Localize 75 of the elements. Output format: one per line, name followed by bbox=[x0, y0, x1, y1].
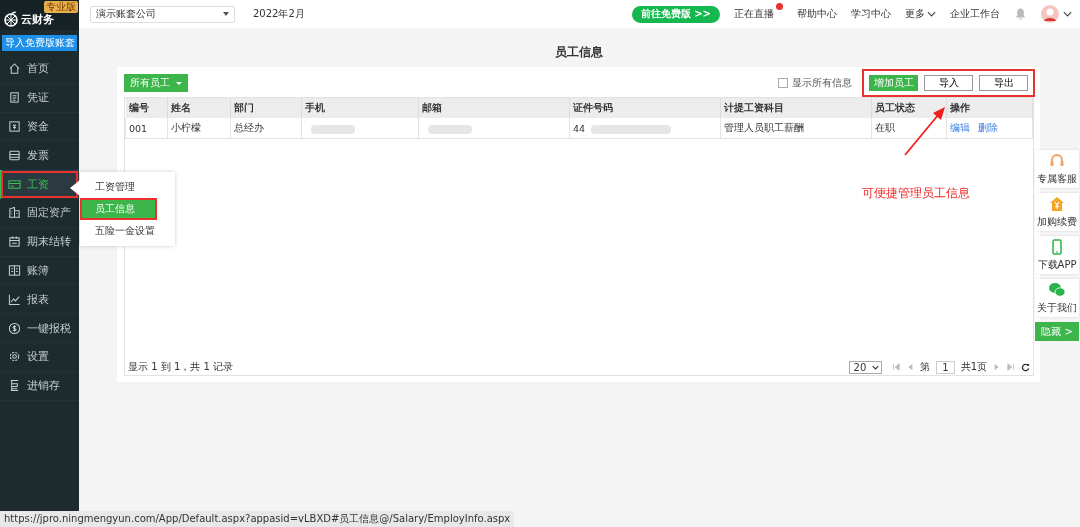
chevron-down-icon[interactable] bbox=[1063, 11, 1072, 17]
column-header[interactable]: 邮箱 bbox=[422, 101, 442, 113]
side-tool-button[interactable]: 关于我们 bbox=[1035, 279, 1079, 317]
top-link[interactable]: 正在直播 bbox=[734, 7, 774, 21]
chat-bubbles-icon bbox=[1048, 281, 1066, 298]
bell-icon[interactable] bbox=[1014, 7, 1027, 21]
table-cell: 在职 bbox=[875, 121, 895, 133]
calendar-icon bbox=[8, 235, 21, 249]
card-icon bbox=[8, 177, 21, 191]
top-link[interactable]: 帮助中心 bbox=[797, 7, 837, 21]
chart-icon bbox=[8, 292, 21, 306]
app-logo: 云财务 bbox=[21, 12, 54, 27]
new-badge-icon bbox=[776, 3, 783, 10]
side-tool-label: 关于我们 bbox=[1037, 300, 1077, 315]
column-header[interactable]: 证件号码 bbox=[573, 101, 613, 113]
record-summary: 显示 1 到 1，共 1 记录 bbox=[128, 360, 233, 374]
phone-icon bbox=[1049, 238, 1065, 255]
book-icon bbox=[8, 263, 21, 277]
building-icon bbox=[8, 206, 21, 220]
chevron-down-icon[interactable] bbox=[927, 11, 936, 17]
show-all-checkbox[interactable]: 显示所有信息 bbox=[778, 76, 852, 90]
receipt-icon bbox=[8, 148, 21, 162]
sidebar-item[interactable]: 工资 bbox=[0, 170, 79, 199]
top-link[interactable]: 更多 bbox=[905, 7, 925, 21]
toolbar-button[interactable]: 导入 bbox=[924, 74, 973, 91]
table-cell: 总经办 bbox=[234, 121, 264, 133]
shop-icon bbox=[1049, 195, 1065, 212]
side-tool-label: 加购续费 bbox=[1037, 214, 1077, 229]
period-label: 2022年2月 bbox=[253, 7, 305, 21]
total-pages: 共1页 bbox=[960, 360, 987, 374]
status-url: https://jpro.ningmengyun.com/App/Default.aspx?appasid=vLBXD#员工信息@/Salary/EmployInfo.aspx bbox=[0, 511, 515, 527]
document-icon bbox=[8, 91, 21, 105]
previous-page-icon[interactable] bbox=[906, 363, 915, 371]
side-tool-label: 下载APP bbox=[1037, 257, 1077, 272]
page-title: 员工信息 bbox=[553, 44, 604, 61]
avatar-icon[interactable] bbox=[1041, 5, 1059, 23]
row-action-link[interactable]: 编辑 bbox=[950, 121, 970, 133]
column-header[interactable]: 姓名 bbox=[171, 101, 191, 113]
table-cell: 001 bbox=[129, 122, 148, 134]
last-page-icon[interactable] bbox=[1007, 363, 1015, 371]
next-page-icon[interactable] bbox=[993, 363, 1001, 371]
settings-icon bbox=[8, 350, 21, 364]
side-tool-label: 专属客服 bbox=[1037, 171, 1077, 186]
submenu-item[interactable]: 五险一金设置 bbox=[80, 220, 175, 242]
home-icon bbox=[8, 62, 21, 76]
top-link[interactable]: 学习中心 bbox=[851, 7, 891, 21]
table-cell: 44 bbox=[573, 122, 586, 134]
page-input[interactable]: 1 bbox=[936, 360, 955, 374]
cash-box-icon bbox=[8, 120, 21, 133]
table-cell: 小柠檬 bbox=[171, 121, 201, 133]
edition-badge: 专业版 bbox=[44, 1, 78, 13]
column-header[interactable]: 操作 bbox=[950, 101, 970, 113]
refresh-icon[interactable] bbox=[1021, 362, 1030, 372]
storage-icon bbox=[8, 379, 21, 393]
redacted-blur bbox=[311, 124, 355, 134]
first-page-icon[interactable] bbox=[892, 363, 901, 371]
caret-icon bbox=[872, 364, 880, 370]
side-tool-button[interactable]: 下载APP bbox=[1035, 236, 1079, 274]
annotation-text: 可便捷管理员工信息 bbox=[862, 185, 970, 202]
redacted-blur bbox=[428, 124, 472, 134]
side-tool-button[interactable]: 专属客服 bbox=[1035, 150, 1079, 188]
headset-icon bbox=[1049, 152, 1065, 169]
column-header[interactable]: 部门 bbox=[234, 101, 254, 113]
table-cell: 管理人员职工薪酬 bbox=[724, 121, 804, 133]
column-header[interactable]: 手机 bbox=[305, 101, 325, 113]
company-select[interactable]: 演示账套公司 bbox=[90, 5, 235, 23]
page-size-select[interactable]: 20 bbox=[848, 360, 883, 374]
coin-icon bbox=[8, 321, 21, 335]
top-link[interactable]: 企业工作台 bbox=[950, 7, 1000, 21]
side-tool-button[interactable]: 加购续费 bbox=[1035, 193, 1079, 231]
submenu-item[interactable]: 工资管理 bbox=[80, 176, 175, 198]
row-action-link[interactable]: 删除 bbox=[978, 121, 998, 133]
page-label: 第 bbox=[920, 360, 931, 374]
lemon-logo-icon bbox=[3, 11, 19, 27]
toolbar-button[interactable]: 导出 bbox=[979, 74, 1028, 91]
